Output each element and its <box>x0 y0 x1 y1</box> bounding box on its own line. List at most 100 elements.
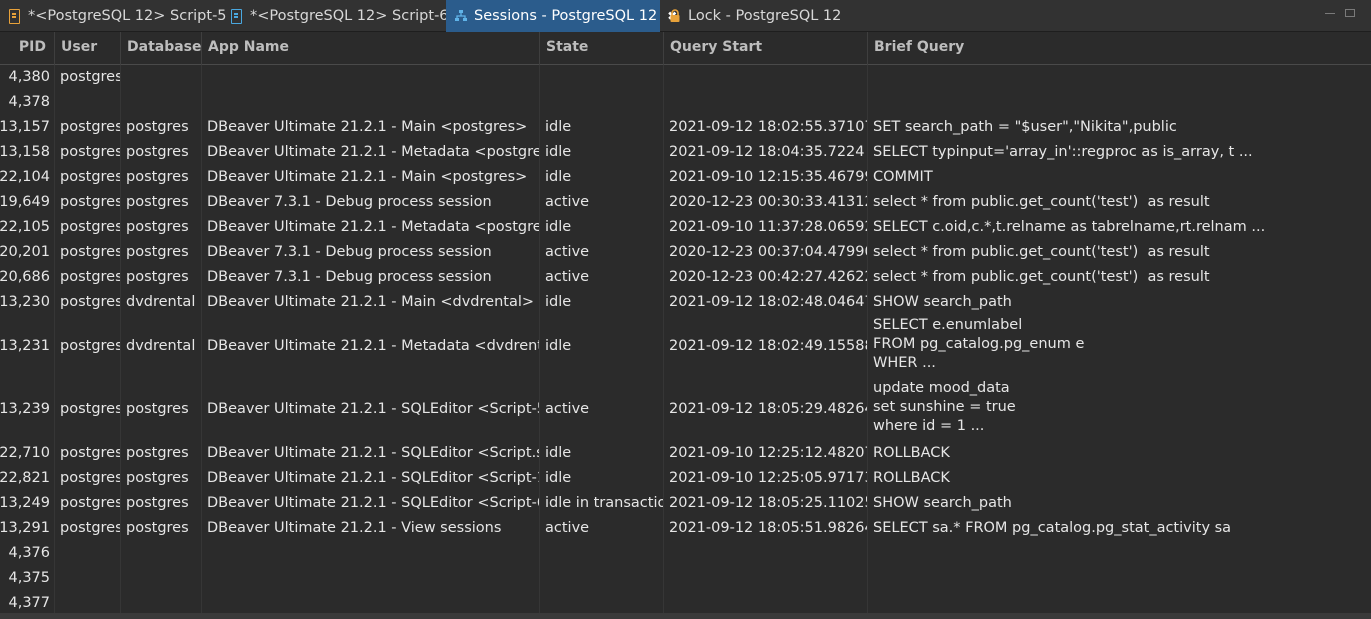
table-row[interactable]: 13,158 postgres postgres DBeaver Ultimate 2… <box>0 140 1371 165</box>
cell-app-name[interactable]: DBeaver Ultimate 21.2.1 - Metadata <post… <box>202 215 540 240</box>
cell-state[interactable]: idle <box>540 466 664 491</box>
maximize-icon[interactable] <box>1345 9 1355 17</box>
cell-database[interactable]: dvdrental <box>121 290 202 315</box>
cell-state[interactable] <box>540 541 664 566</box>
cell-pid[interactable]: 22,104 <box>0 165 55 190</box>
cell-user[interactable]: postgres <box>55 516 121 541</box>
cell-user[interactable]: postgres <box>55 466 121 491</box>
cell-state[interactable]: idle <box>540 215 664 240</box>
cell-state[interactable]: idle <box>540 140 664 165</box>
cell-user[interactable]: postgres <box>55 240 121 265</box>
cell-brief-query[interactable]: ROLLBACK <box>868 466 1371 491</box>
cell-query-start[interactable]: 2020-12-23 00:37:04.479906 <box>664 240 868 265</box>
cell-brief-query[interactable]: SELECT c.oid,c.*,t.relname as tabrelname… <box>868 215 1371 240</box>
cell-brief-query[interactable]: SHOW search_path <box>868 491 1371 516</box>
cell-pid[interactable]: 13,157 <box>0 115 55 140</box>
cell-brief-query[interactable]: SELECT typinput='array_in'::regproc as i… <box>868 140 1371 165</box>
cell-brief-query[interactable]: select * from public.get_count('test') a… <box>868 190 1371 215</box>
column-header-state[interactable]: State <box>540 32 664 65</box>
table-row[interactable]: 22,821 postgres postgres DBeaver Ultimate 2… <box>0 466 1371 491</box>
cell-brief-query[interactable]: update mood_data set sunshine = true whe… <box>868 378 1371 441</box>
table-row[interactable]: 4,378 <box>0 90 1371 115</box>
cell-brief-query[interactable]: SET search_path = "$user","Nikita",publi… <box>868 115 1371 140</box>
cell-database[interactable]: dvdrental <box>121 315 202 378</box>
cell-pid[interactable]: 13,230 <box>0 290 55 315</box>
cell-app-name[interactable] <box>202 541 540 566</box>
cell-database[interactable]: postgres <box>121 115 202 140</box>
cell-pid[interactable]: 4,375 <box>0 566 55 591</box>
table-row[interactable]: 4,380 postgres <box>0 65 1371 90</box>
cell-pid[interactable]: 20,201 <box>0 240 55 265</box>
table-row[interactable]: 13,230 postgres dvdrental DBeaver Ultimate … <box>0 290 1371 315</box>
cell-query-start[interactable] <box>664 566 868 591</box>
table-row[interactable]: 13,249 postgres postgres DBeaver Ultimate 2… <box>0 491 1371 516</box>
cell-state[interactable]: idle <box>540 115 664 140</box>
cell-app-name[interactable]: DBeaver Ultimate 21.2.1 - SQLEditor <Scr… <box>202 466 540 491</box>
cell-brief-query[interactable]: SELECT e.enumlabel FROM pg_catalog.pg_en… <box>868 315 1371 378</box>
table-row[interactable]: 22,710 postgres postgres DBeaver Ultimate 2… <box>0 441 1371 466</box>
column-header-pid[interactable]: PID <box>0 32 55 65</box>
cell-brief-query[interactable] <box>868 90 1371 115</box>
cell-state[interactable]: idle <box>540 290 664 315</box>
cell-query-start[interactable]: 2021-09-10 12:25:05.97173 <box>664 466 868 491</box>
cell-brief-query[interactable]: ROLLBACK <box>868 441 1371 466</box>
cell-app-name[interactable] <box>202 90 540 115</box>
cell-pid[interactable]: 19,649 <box>0 190 55 215</box>
cell-query-start[interactable]: 2020-12-23 00:30:33.413122 <box>664 190 868 215</box>
cell-query-start[interactable]: 2021-09-12 18:05:29.482649 <box>664 378 868 441</box>
cell-app-name[interactable]: DBeaver Ultimate 21.2.1 - Main <dvdrenta… <box>202 290 540 315</box>
cell-query-start[interactable]: 2021-09-10 11:37:28.065928 <box>664 215 868 240</box>
cell-query-start[interactable]: 2021-09-12 18:05:51.98264 <box>664 516 868 541</box>
column-header-database[interactable]: Database <box>121 32 202 65</box>
cell-database[interactable]: postgres <box>121 240 202 265</box>
horizontal-scrollbar[interactable] <box>0 613 1371 619</box>
cell-state[interactable] <box>540 65 664 90</box>
cell-state[interactable]: idle in transaction <box>540 491 664 516</box>
cell-brief-query[interactable]: SELECT sa.* FROM pg_catalog.pg_stat_acti… <box>868 516 1371 541</box>
cell-app-name[interactable]: DBeaver Ultimate 21.2.1 - View sessions <box>202 516 540 541</box>
column-header-brief-query[interactable]: Brief Query <box>868 32 1371 65</box>
cell-query-start[interactable] <box>664 90 868 115</box>
table-row[interactable]: 13,157 postgres postgres DBeaver Ultimate 2… <box>0 115 1371 140</box>
cell-pid[interactable]: 13,239 <box>0 378 55 441</box>
cell-app-name[interactable]: DBeaver 7.3.1 - Debug process session <box>202 240 540 265</box>
cell-brief-query[interactable]: COMMIT <box>868 165 1371 190</box>
column-header-user[interactable]: User <box>55 32 121 65</box>
cell-app-name[interactable]: DBeaver 7.3.1 - Debug process session <box>202 265 540 290</box>
table-row[interactable]: 22,104 postgres postgres DBeaver Ultimate 2… <box>0 165 1371 190</box>
column-header-app-name[interactable]: App Name <box>202 32 540 65</box>
table-row[interactable]: 13,239 postgres postgres DBeaver Ultimate 2… <box>0 378 1371 441</box>
cell-state[interactable]: active <box>540 190 664 215</box>
cell-query-start[interactable] <box>664 541 868 566</box>
cell-query-start[interactable]: 2020-12-23 00:42:27.42622 <box>664 265 868 290</box>
cell-pid[interactable]: 4,380 <box>0 65 55 90</box>
cell-query-start[interactable]: 2021-09-12 18:02:48.046473 <box>664 290 868 315</box>
cell-app-name[interactable]: DBeaver Ultimate 21.2.1 - Main <postgres… <box>202 115 540 140</box>
cell-brief-query[interactable] <box>868 566 1371 591</box>
cell-query-start[interactable]: 2021-09-12 18:02:55.371074 <box>664 115 868 140</box>
table-row[interactable]: 13,291 postgres postgres DBeaver Ultimate 2… <box>0 516 1371 541</box>
cell-database[interactable]: postgres <box>121 491 202 516</box>
table-row[interactable]: 22,105 postgres postgres DBeaver Ultimate 2… <box>0 215 1371 240</box>
cell-brief-query[interactable]: SHOW search_path <box>868 290 1371 315</box>
cell-database[interactable]: postgres <box>121 215 202 240</box>
table-row[interactable]: 4,375 <box>0 566 1371 591</box>
column-header-query-start[interactable]: Query Start <box>664 32 868 65</box>
cell-user[interactable]: postgres <box>55 265 121 290</box>
cell-state[interactable]: active <box>540 265 664 290</box>
minimize-icon[interactable] <box>1325 10 1335 14</box>
cell-user[interactable]: postgres <box>55 115 121 140</box>
cell-user[interactable]: postgres <box>55 290 121 315</box>
cell-brief-query[interactable] <box>868 65 1371 90</box>
cell-database[interactable] <box>121 65 202 90</box>
cell-query-start[interactable]: 2021-09-10 12:25:12.482078 <box>664 441 868 466</box>
cell-app-name[interactable]: DBeaver Ultimate 21.2.1 - SQLEditor <Scr… <box>202 378 540 441</box>
cell-database[interactable]: postgres <box>121 140 202 165</box>
cell-state[interactable]: active <box>540 240 664 265</box>
tab-script-6[interactable]: *<PostgreSQL 12> Script-6 <box>222 0 457 32</box>
cell-brief-query[interactable]: select * from public.get_count('test') a… <box>868 265 1371 290</box>
cell-state[interactable] <box>540 90 664 115</box>
cell-app-name[interactable]: DBeaver Ultimate 21.2.1 - SQLEditor <Scr… <box>202 491 540 516</box>
cell-user[interactable]: postgres <box>55 441 121 466</box>
cell-database[interactable] <box>121 566 202 591</box>
